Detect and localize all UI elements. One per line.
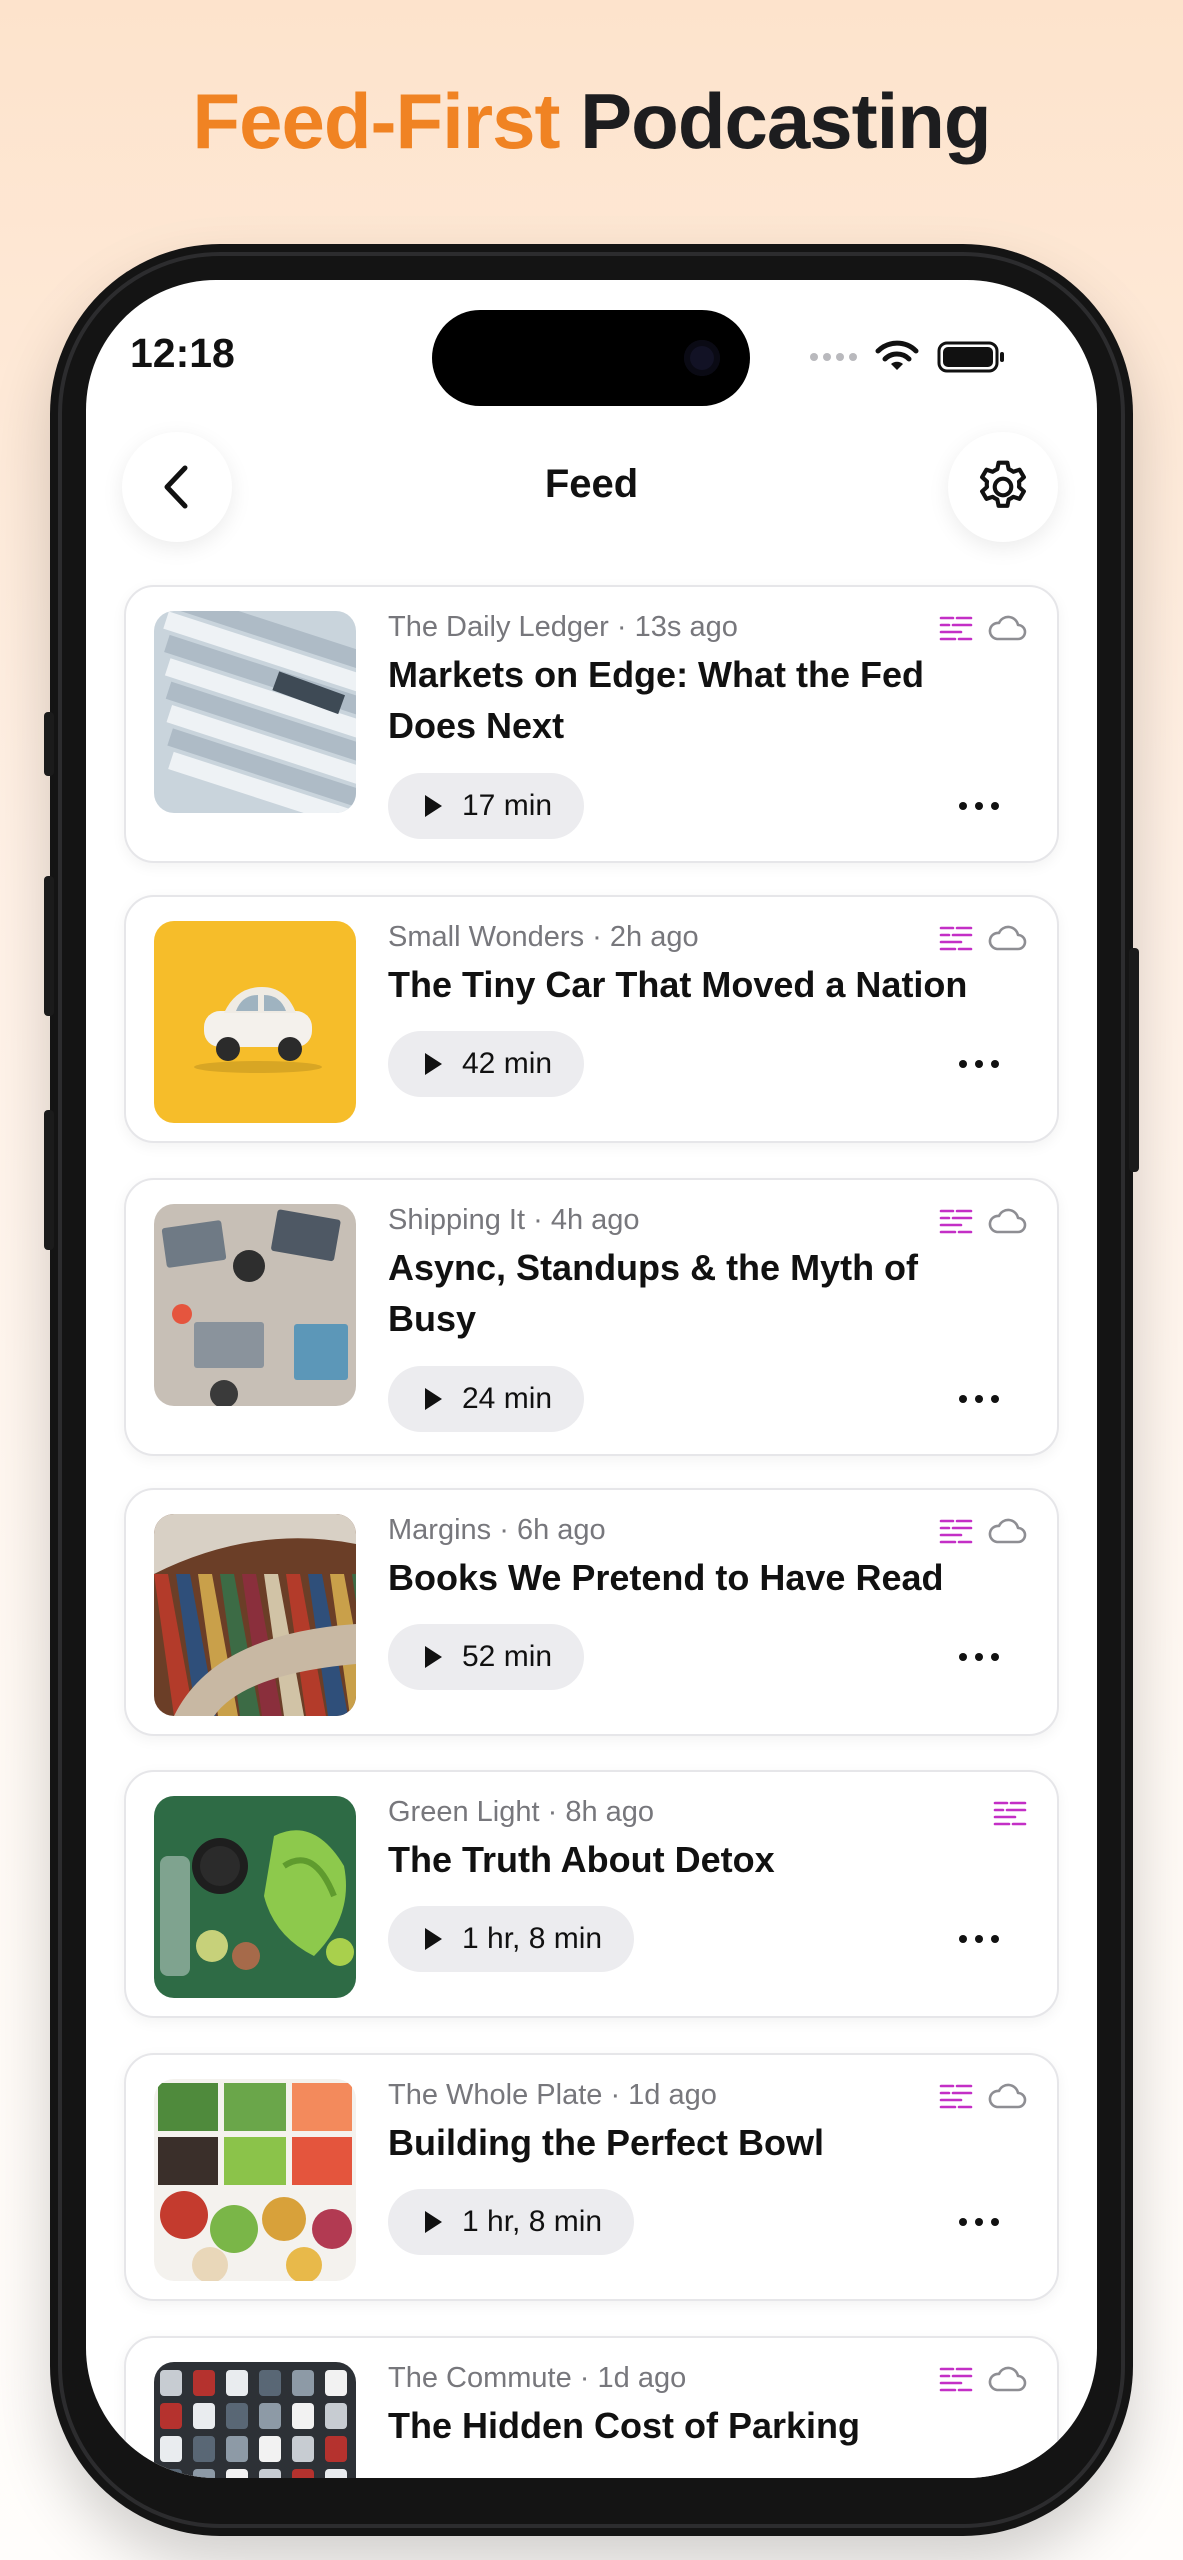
play-button[interactable]: 24 min: [388, 1366, 585, 1432]
episode-card[interactable]: Shipping It · 4h ago Async, Standups & th…: [124, 1178, 1059, 1456]
episode-card[interactable]: Green Light · 8h ago The Truth About Deto…: [124, 1770, 1059, 2018]
show-name: Green Light: [388, 1796, 540, 1828]
episode-status-icons: [939, 923, 1027, 953]
episode-card[interactable]: Margins · 6h ago Books We Pretend to Have…: [124, 1488, 1059, 1736]
episode-age: 13s ago: [634, 611, 738, 643]
episode-duration: 42 min: [462, 1047, 553, 1080]
episode-status-icons: [939, 613, 1027, 643]
episode-artwork: [154, 1796, 356, 1998]
episode-title: Building the Perfect Bowl: [388, 2122, 825, 2163]
episode-meta: The Daily Ledger · 13s ago: [388, 611, 738, 643]
transcript-icon: [939, 2084, 973, 2109]
play-icon: [425, 1053, 442, 1075]
transcript-icon: [939, 1519, 973, 1544]
episode-card[interactable]: The Whole Plate · 1d ago Building the Per…: [124, 2053, 1059, 2301]
episode-status-icons: [939, 1206, 1027, 1236]
episode-age: 1d ago: [628, 2079, 717, 2111]
cloud-icon: [988, 1208, 1027, 1234]
cloud-icon: [988, 925, 1027, 951]
episode-card[interactable]: The Daily Ledger · 13s ago Markets on Edg…: [124, 585, 1059, 863]
episode-title: Markets on Edge: What the Fed Does Next: [388, 654, 925, 746]
phone-action-button: [44, 712, 54, 776]
show-name: The Daily Ledger: [388, 611, 609, 643]
episode-meta: Margins · 6h ago: [388, 1514, 606, 1546]
episode-duration: 17 min: [462, 789, 553, 822]
transcript-icon: [939, 926, 973, 951]
play-icon: [425, 795, 442, 817]
show-name: Margins: [388, 1514, 492, 1546]
phone-volume-down: [44, 1110, 54, 1250]
episode-artwork: [154, 2079, 356, 2281]
episode-card[interactable]: The Commute · 1d ago The Hidden Cost of P…: [124, 2336, 1059, 2478]
transcript-icon: [939, 616, 973, 641]
cloud-icon: [988, 2083, 1027, 2109]
episode-status-icons: [939, 1516, 1027, 1546]
episode-meta: Shipping It · 4h ago: [388, 1204, 640, 1236]
episode-duration: 1 hr, 8 min: [462, 1922, 603, 1955]
more-options-button[interactable]: [959, 2216, 999, 2228]
episode-title: Async, Standups & the Myth of Busy: [388, 1247, 919, 1339]
phone-power-button: [1129, 948, 1139, 1172]
show-name: Small Wonders: [388, 921, 585, 953]
episode-age: 4h ago: [550, 1204, 640, 1236]
episode-age: 1d ago: [597, 2362, 687, 2394]
play-button[interactable]: 1 hr, 8 min: [388, 1906, 635, 1972]
episode-meta: Small Wonders · 2h ago: [388, 921, 699, 953]
play-button[interactable]: 17 min: [388, 773, 585, 839]
episode-title: The Tiny Car That Moved a Nation: [388, 964, 968, 1005]
play-button[interactable]: 52 min: [388, 1624, 585, 1690]
more-options-button[interactable]: [959, 800, 999, 812]
cloud-icon: [988, 2366, 1027, 2392]
cloud-icon: [988, 1518, 1027, 1544]
episode-age: 6h ago: [516, 1514, 606, 1546]
more-options-button[interactable]: [959, 1058, 999, 1070]
more-options-button[interactable]: [959, 1651, 999, 1663]
episode-artwork: [154, 2362, 356, 2478]
show-name: The Whole Plate: [388, 2079, 603, 2111]
play-button[interactable]: 42 min: [388, 1031, 585, 1097]
episode-duration: 24 min: [462, 1382, 553, 1415]
show-name: The Commute: [388, 2362, 572, 2394]
play-button[interactable]: 1 hr, 8 min: [388, 2189, 635, 2255]
episode-artwork: [154, 921, 356, 1123]
cloud-icon: [988, 615, 1027, 641]
episode-meta: The Whole Plate · 1d ago: [388, 2079, 717, 2111]
episode-status-icons: [939, 2081, 1027, 2111]
play-icon: [425, 1646, 442, 1668]
episode-title: Books We Pretend to Have Read: [388, 1557, 944, 1598]
marketing-headline: Feed-First Podcasting: [0, 76, 1183, 167]
episode-duration: 52 min: [462, 1640, 553, 1673]
headline-accent: Feed-First: [192, 77, 560, 165]
play-icon: [425, 1928, 442, 1950]
transcript-icon: [939, 2367, 973, 2392]
episode-status-icons: [993, 1798, 1027, 1828]
play-icon: [425, 2211, 442, 2233]
episode-status-icons: [939, 2364, 1027, 2394]
episode-age: 8h ago: [565, 1796, 655, 1828]
phone-volume-up: [44, 876, 54, 1016]
headline-rest: Podcasting: [580, 77, 991, 165]
episode-meta: The Commute · 1d ago: [388, 2362, 687, 2394]
transcript-icon: [939, 1209, 973, 1234]
transcript-icon: [993, 1801, 1027, 1826]
play-icon: [425, 1388, 442, 1410]
episode-card[interactable]: Small Wonders · 2h ago The Tiny Car That …: [124, 895, 1059, 1143]
episode-title: The Truth About Detox: [388, 1839, 775, 1880]
episode-title: The Hidden Cost of Parking: [388, 2405, 861, 2446]
episode-artwork: [154, 611, 356, 813]
feed-list[interactable]: The Daily Ledger · 13s ago Markets on Edg…: [86, 280, 1097, 2478]
show-name: Shipping It: [388, 1204, 526, 1236]
episode-age: 2h ago: [609, 921, 699, 953]
episode-artwork: [154, 1204, 356, 1406]
more-options-button[interactable]: [959, 1933, 999, 1945]
episode-artwork: [154, 1514, 356, 1716]
episode-duration: 1 hr, 8 min: [462, 2205, 603, 2238]
episode-meta: Green Light · 8h ago: [388, 1796, 655, 1828]
more-options-button[interactable]: [959, 1393, 999, 1405]
